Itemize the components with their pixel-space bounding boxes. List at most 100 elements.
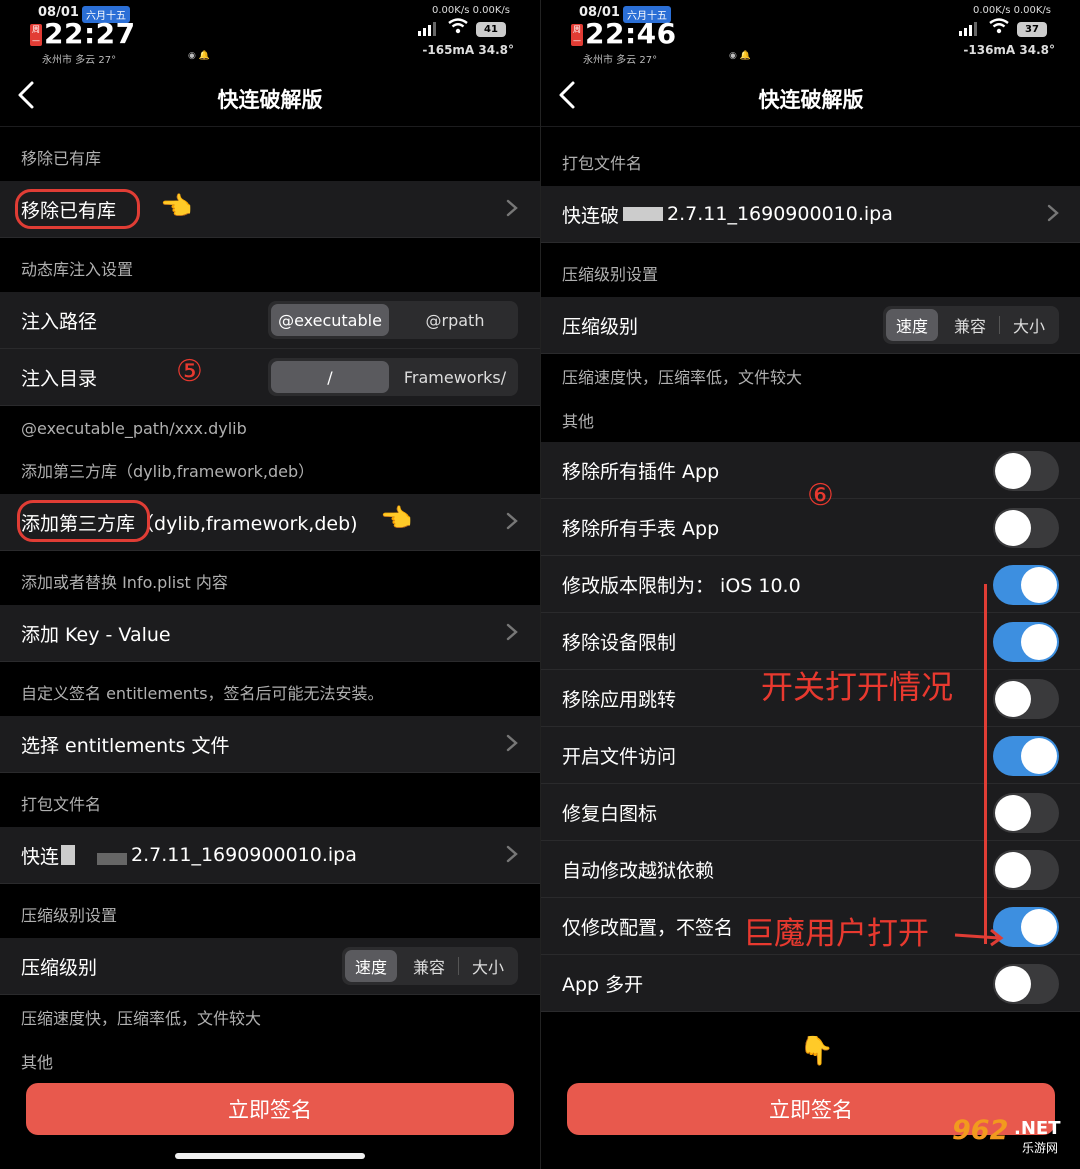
calendar-icon: 周 — [571,24,583,46]
compression-option-speed[interactable]: 速度 [345,950,397,982]
toggle-switch[interactable] [993,850,1059,890]
redacted-block [61,845,76,865]
toggle-switch[interactable] [993,964,1059,1004]
toggle-label: 移除应用跳转 [562,688,677,711]
inject-path-option-executable[interactable]: @executable [271,304,389,336]
wifi-icon [989,18,1009,38]
pointing-hand-icon: 👈 [380,504,413,534]
status-current: -136mA 34.8° [963,43,1055,57]
inject-path-row: 注入路径 @executable @rpath [0,292,540,349]
compression-segmented[interactable]: 速度 兼容 大小 [883,306,1059,344]
package-name-row[interactable]: 快连破 2.7.11_1690900010.ipa [541,186,1080,243]
page-title: 快连破解版 [758,88,864,112]
add-key-value-row[interactable]: 添加 Key - Value [0,605,540,662]
site-watermark: 962 .NET 乐游网 [950,1115,1074,1163]
package-name-row[interactable]: 快连 2.7.11_1690900010.ipa [0,827,540,884]
section-header-plist: 添加或者替换 Info.plist 内容 [21,573,228,592]
toggle-row: 自动修改越狱依赖 [541,841,1080,898]
inject-dir-option-root[interactable]: / [271,361,389,393]
calendar-icon: 周 — [30,24,42,46]
select-entitlements-row[interactable]: 选择 entitlements 文件 [0,716,540,773]
status-indicator-icons: ◉ 🔔 [188,51,210,61]
status-netspeed: 0.00K/s 0.00K/s [432,5,510,16]
section-header-compression: 压缩级别设置 [562,265,659,284]
compression-option-speed[interactable]: 速度 [886,309,938,341]
inject-path-note: @executable_path/xxx.dylib [21,418,247,438]
annotation-step-5: ⑤ [176,354,203,389]
toggle-label: 移除所有插件 App [562,460,720,483]
inject-path-option-rpath[interactable]: @rpath [392,301,518,339]
annotation-step-6: ⑥ [807,478,834,513]
compression-level-row: 压缩级别 速度 兼容 大小 [541,297,1080,354]
toggle-row: 修改版本限制为： iOS 10.0 [541,556,1080,613]
status-time: 22:27 [44,17,136,50]
chevron-right-icon [506,734,518,752]
page-title: 快连破解版 [217,88,323,112]
toggle-switch[interactable] [993,565,1059,605]
toggle-label: 修复白图标 [562,802,658,825]
section-header-compression: 压缩级别设置 [21,906,118,925]
pointing-hand-icon: 👈 [160,192,193,222]
toggle-switch[interactable] [993,793,1059,833]
home-indicator [175,1153,365,1159]
toggle-label: 仅修改配置，不签名 [562,916,734,939]
status-weather: 永州市 多云 27° [42,55,117,66]
toggle-knob [995,852,1031,888]
toggle-row: 修复白图标 [541,784,1080,841]
compression-option-compat[interactable]: 兼容 [400,947,458,985]
watermark-number: 962 [952,1115,1009,1146]
toggle-switch[interactable] [993,622,1059,662]
toggle-label: 修改版本限制为： iOS 10.0 [562,574,801,597]
compression-note: 压缩速度快，压缩率低，文件较大 [21,1009,262,1028]
toggle-switch[interactable] [993,679,1059,719]
inject-path-label: 注入路径 [21,310,98,333]
inject-dir-label: 注入目录 [21,367,98,390]
toggle-label: 移除所有手表 App [562,517,720,540]
status-bar: 08/01 六月十五 周 — 22:46 永州市 多云 27° ◉ 🔔 0.00K… [541,0,1080,70]
toggle-knob [1021,909,1057,945]
settings-list: 移除已有库 移除已有库 动态库注入设置 注入路径 @executable @rp… [0,127,540,1083]
toggle-knob [995,795,1031,831]
section-header-third-party: 添加第三方库（dylib,framework,deb） [21,462,315,481]
toggle-knob [1021,624,1057,660]
toggle-switch[interactable] [993,736,1059,776]
compression-option-size[interactable]: 大小 [1000,306,1058,344]
toggle-label: 自动修改越狱依赖 [562,859,715,882]
toggle-switch[interactable] [993,508,1059,548]
inject-dir-option-frameworks[interactable]: Frameworks/ [392,358,518,396]
sign-now-button[interactable]: 立即签名 [26,1083,514,1135]
toggle-knob [995,966,1031,1002]
status-bar: 08/01 六月十五 周 — 22:27 永州市 多云 27° ◉ 🔔 0.00K… [0,0,540,70]
package-name-suffix: 2.7.11_1690900010.ipa [667,203,893,225]
compression-segmented[interactable]: 速度 兼容 大小 [342,947,518,985]
inject-path-segmented[interactable]: @executable @rpath [268,301,518,339]
compression-level-row: 压缩级别 速度 兼容 大小 [0,938,540,995]
right-screen: 08/01 六月十五 周 — 22:46 永州市 多云 27° ◉ 🔔 0.00K… [540,0,1080,1169]
add-key-value-label: 添加 Key - Value [21,623,171,646]
battery-icon: 41 [476,22,506,37]
inject-dir-segmented[interactable]: / Frameworks/ [268,358,518,396]
compression-option-compat[interactable]: 兼容 [941,306,999,344]
status-time: 22:46 [585,17,677,50]
toggle-label: 移除设备限制 [562,631,677,654]
left-screen: 08/01 六月十五 周 — 22:27 永州市 多云 27° ◉ 🔔 0.00K… [0,0,540,1169]
status-current: -165mA 34.8° [422,43,514,57]
select-entitlements-label: 选择 entitlements 文件 [21,734,230,757]
toggle-switch[interactable] [993,451,1059,491]
redacted-block [623,207,664,221]
annotation-vertical-line [984,584,987,944]
compression-option-size[interactable]: 大小 [459,947,517,985]
battery-icon: 37 [1017,22,1047,37]
toggle-knob [995,453,1031,489]
toggle-row: App 多开 [541,955,1080,1012]
wifi-icon [448,18,468,38]
annotation-giant-user: 巨魔用户打开 [743,916,929,952]
status-weather: 永州市 多云 27° [583,55,658,66]
section-header-entitlements: 自定义签名 entitlements，签名后可能无法安装。 [21,684,384,703]
section-header-other: 其他 [21,1053,54,1072]
toggle-knob [995,510,1031,546]
settings-list: 打包文件名 快连破 2.7.11_1690900010.ipa 压缩级别设置 压… [541,132,1080,1012]
add-third-party-types: （dylib,framework,deb) [135,512,358,535]
toggle-label: 开启文件访问 [562,745,677,768]
status-netspeed: 0.00K/s 0.00K/s [973,5,1051,16]
